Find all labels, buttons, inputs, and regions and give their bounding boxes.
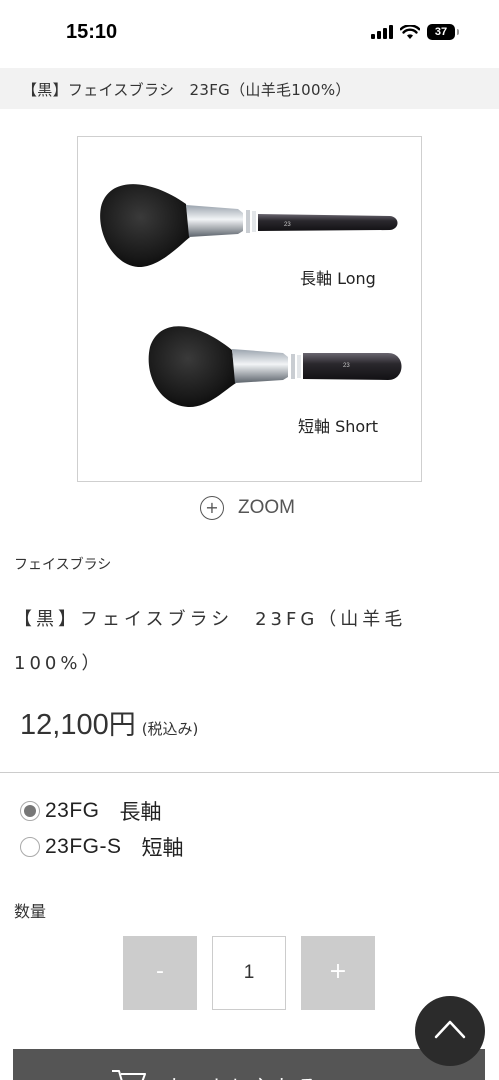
status-time: 15:10 [66,21,118,43]
quantity-increment-button[interactable]: + [301,936,375,1010]
product-category: フェイスブラシ [14,557,112,573]
radio-button-selected[interactable] [20,801,40,821]
quantity-label: 数量 [14,902,47,921]
plus-circle-icon: + [200,496,224,520]
variant-label: 長軸 [119,800,162,824]
signal-icon [371,25,393,39]
price-currency: 円 [108,710,136,741]
cart-icon [112,1070,146,1080]
product-image[interactable]: 23 23 長軸 Long 短軸 Short [77,136,422,482]
handle-print-long: 23 [284,222,291,228]
zoom-label: ZOOM [238,497,295,518]
short-brush: 23 [148,326,402,408]
long-brush: 23 [100,184,398,268]
breadcrumb-text: 【黒】フェイスブラシ 23FG（山羊毛100%） [22,81,351,99]
divider [0,772,499,773]
wifi-icon [400,24,420,39]
radio-button[interactable] [20,837,40,857]
chevron-up-icon [434,1020,466,1039]
tax-note: (税込み) [141,720,199,738]
price-row: 12,100 円 (税込み) [20,703,198,742]
add-to-cart-button[interactable]: カートに入れる [13,1049,485,1080]
variant-code: 23FG-S [45,835,122,858]
variant-option-23fg[interactable]: 23FG 長軸 [20,796,162,826]
variant-code: 23FG [45,799,100,822]
product-name: 【黒】フェイスブラシ 23FG（山羊毛100%） [14,609,407,674]
add-to-cart-label: カートに入れる [165,1071,319,1080]
scroll-to-top-button[interactable] [415,996,485,1066]
breadcrumb: 【黒】フェイスブラシ 23FG（山羊毛100%） [0,68,499,109]
zoom-button[interactable]: + ZOOM [200,496,295,520]
variant-label: 短軸 [141,836,184,860]
battery-icon: 37 [427,24,459,40]
status-bar: 15:10 37 [0,0,499,68]
caption-long: 長軸 Long [300,269,376,288]
variant-option-23fg-s[interactable]: 23FG-S 短軸 [20,832,184,862]
handle-print-short: 23 [343,363,350,369]
status-icons: 37 [371,24,459,40]
quantity-input[interactable] [212,936,286,1010]
price-value: 12,100 [20,709,109,741]
quantity-decrement-button[interactable]: - [123,936,197,1010]
caption-short: 短軸 Short [298,417,379,436]
